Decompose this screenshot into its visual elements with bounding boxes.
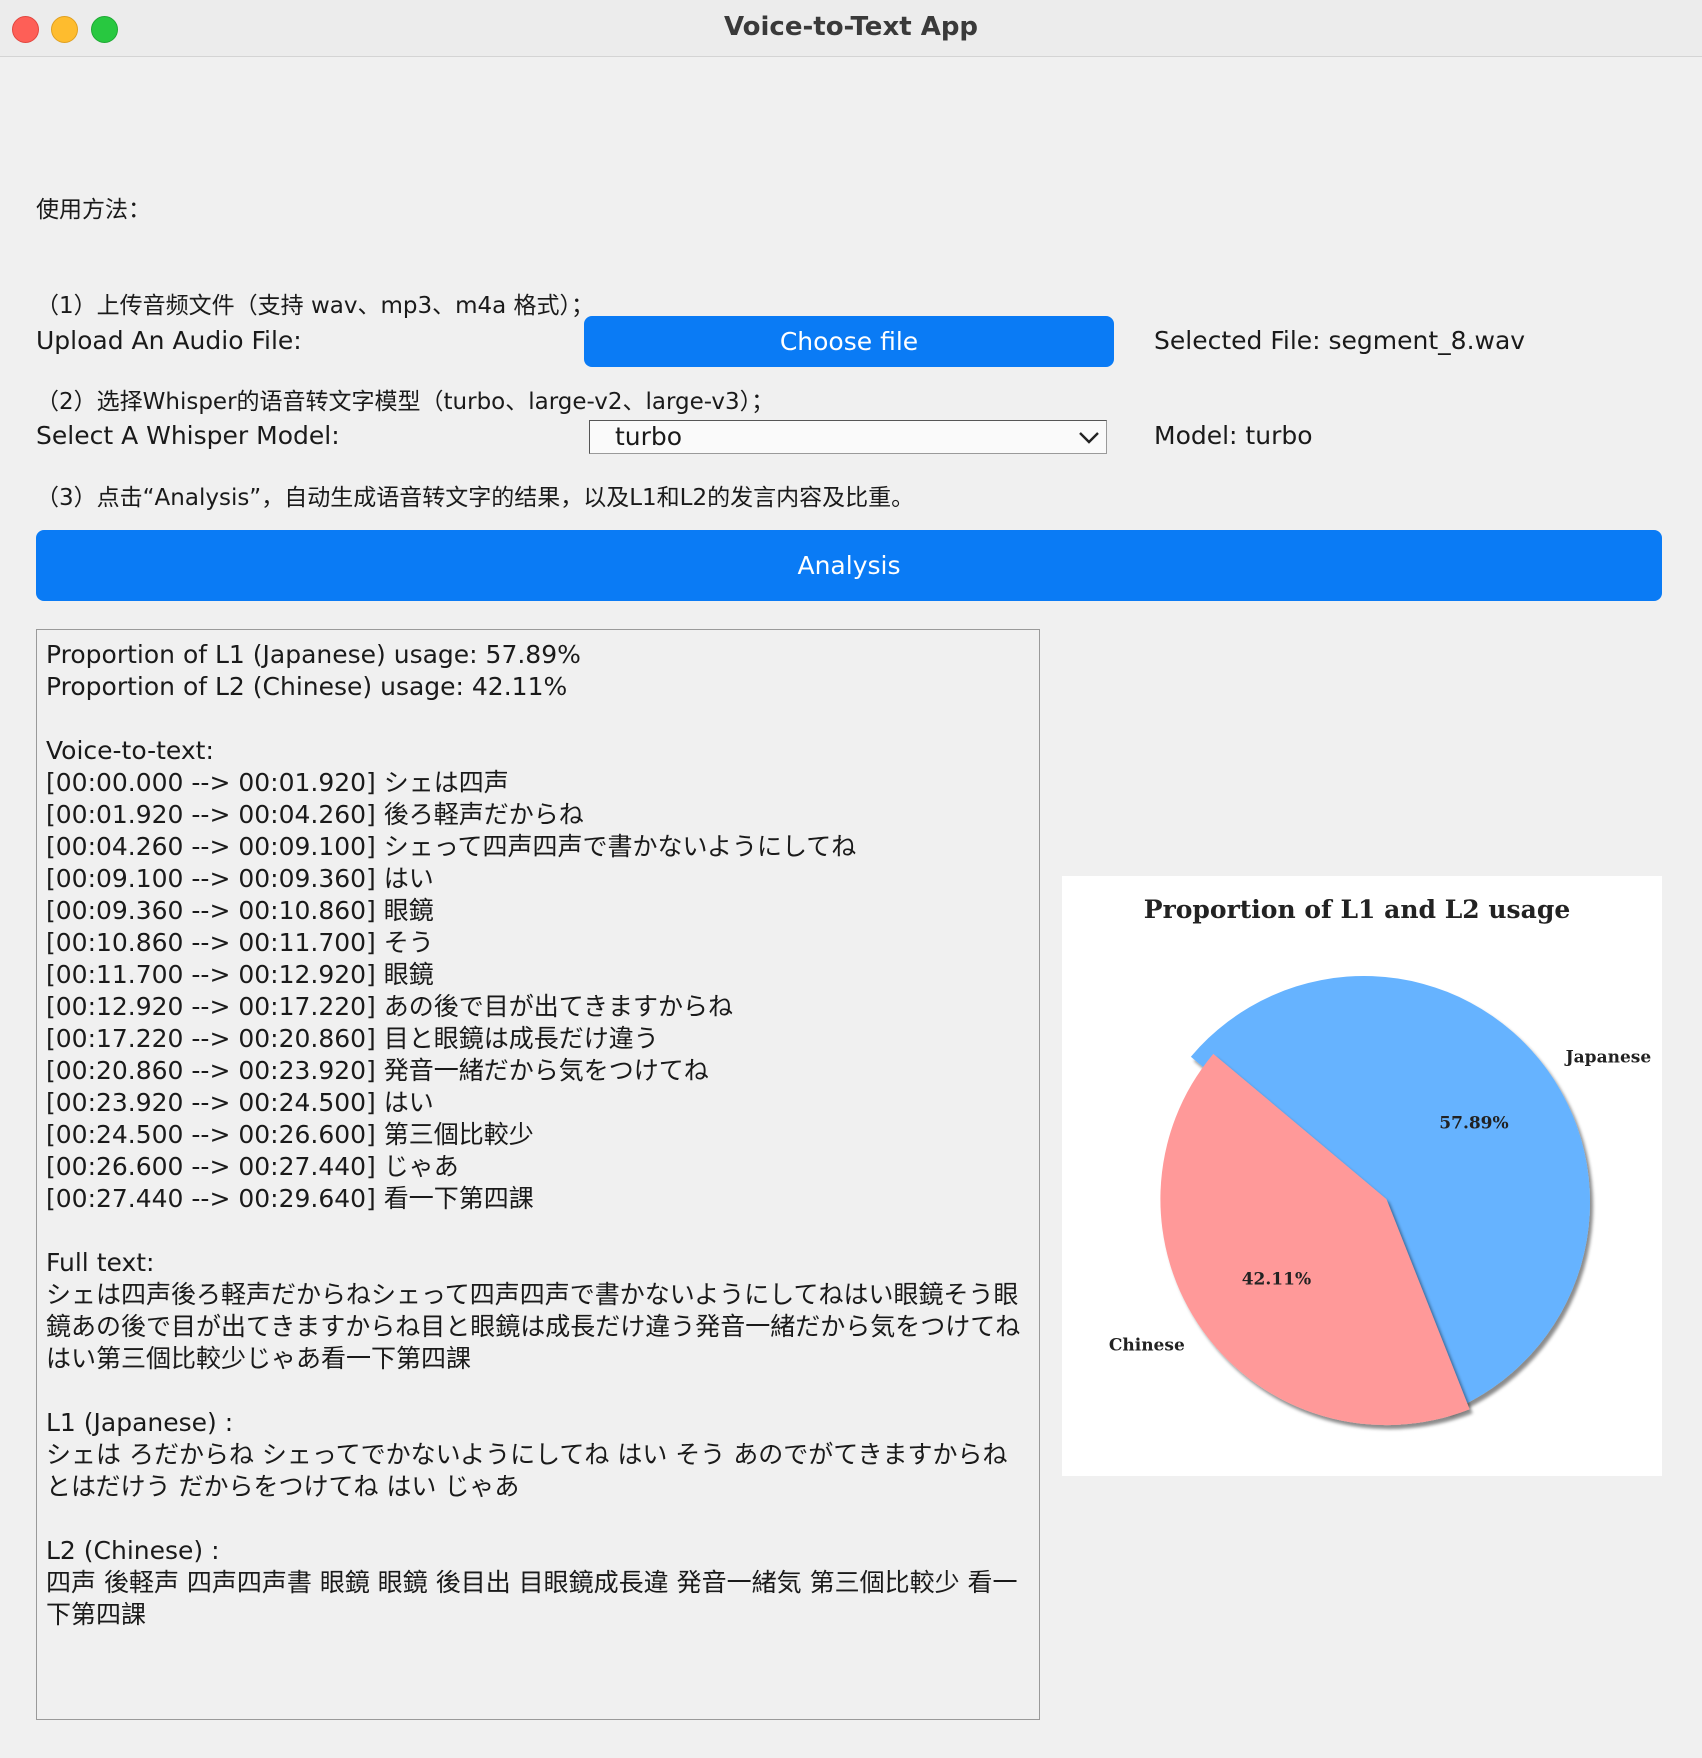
model-label: Select A Whisper Model:	[36, 421, 340, 450]
pie-value-label-japanese: 57.89%	[1439, 1114, 1508, 1134]
segment-list: [00:00.000 --> 00:01.920] シェは四声 [00:01.92…	[46, 767, 1030, 1215]
full-text: シェは四声後ろ軽声だからねシェって四声四声で書かないようにしてねはい眼鏡そう眼鏡…	[46, 1280, 1021, 1373]
pie-chart: Proportion of L1 and L2 usage 57.89% Japa…	[1062, 876, 1662, 1476]
model-select-value: turbo	[615, 422, 683, 451]
chevron-down-icon[interactable]	[1074, 423, 1104, 451]
title-bar: Voice-to-Text App	[0, 0, 1702, 57]
instruction-step: （3）点击“Analysis”，自动生成语音转文字的结果，以及L1和L2的发言内…	[36, 485, 915, 511]
model-select[interactable]: turbo	[589, 420, 1107, 454]
l1-text: シェは ろだからね シェってでかないようにしてね はい そう あのでがてきますか…	[46, 1440, 1008, 1501]
transcript-segment: [00:10.860 --> 00:11.700] そう	[46, 928, 434, 957]
pie-value-label-chinese: 42.11%	[1242, 1269, 1311, 1289]
l1-proportion-text: Proportion of L1 (Japanese) usage: 57.89…	[46, 640, 581, 669]
model-status-text: Model: turbo	[1154, 421, 1313, 450]
app-window: Voice-to-Text App 使用方法： （1）上传音频文件（支持 wav…	[0, 0, 1702, 1758]
choose-file-button[interactable]: Choose file	[584, 316, 1114, 367]
analysis-button[interactable]: Analysis	[36, 530, 1662, 601]
results-textbox[interactable]: Proportion of L1 (Japanese) usage: 57.89…	[36, 629, 1040, 1720]
l1-heading: L1 (Japanese) :	[46, 1408, 234, 1437]
transcript-segment: [00:09.360 --> 00:10.860] 眼鏡	[46, 896, 434, 925]
transcript-segment: [00:04.260 --> 00:09.100] シェって四声四声で書かないよ…	[46, 832, 857, 861]
transcript-segment: [00:23.920 --> 00:24.500] はい	[46, 1088, 434, 1117]
transcript-segment: [00:09.100 --> 00:09.360] はい	[46, 864, 434, 893]
transcript-segment: [00:26.600 --> 00:27.440] じゃあ	[46, 1152, 459, 1181]
transcript-segment: [00:11.700 --> 00:12.920] 眼鏡	[46, 960, 434, 989]
selected-file-text: Selected File: segment_8.wav	[1154, 326, 1526, 355]
vtt-heading: Voice-to-text:	[46, 736, 214, 765]
transcript-segment: [00:27.440 --> 00:29.640] 看一下第四課	[46, 1184, 534, 1213]
transcript-segment: [00:20.860 --> 00:23.920] 発音一緒だから気をつけてね	[46, 1056, 709, 1085]
pie-chart-svg: Proportion of L1 and L2 usage 57.89% Japa…	[1109, 895, 1652, 1426]
l2-text: 四声 後軽声 四声四声書 眼鏡 眼鏡 後目出 目眼鏡成長違 発音一緒気 第三個比…	[46, 1568, 1018, 1629]
transcript-segment: [00:01.920 --> 00:04.260] 後ろ軽声だからね	[46, 800, 584, 829]
l2-proportion-text: Proportion of L2 (Chinese) usage: 42.11%	[46, 672, 568, 701]
instruction-step: （2）选择Whisper的语音转文字模型（turbo、large-v2、larg…	[36, 389, 775, 415]
upload-label: Upload An Audio File:	[36, 326, 302, 355]
transcript-segment: [00:12.920 --> 00:17.220] あの後で目が出てきますからね	[46, 992, 734, 1021]
chart-title: Proportion of L1 and L2 usage	[1144, 895, 1570, 924]
transcript-segment: [00:24.500 --> 00:26.600] 第三個比較少	[46, 1120, 534, 1149]
transcript-segment: [00:00.000 --> 00:01.920] シェは四声	[46, 768, 509, 797]
full-text-heading: Full text:	[46, 1248, 155, 1277]
instructions-heading: 使用方法：	[36, 197, 151, 223]
l2-heading: L2 (Chinese) :	[46, 1536, 220, 1565]
pie-category-label-japanese: Japanese	[1564, 1048, 1652, 1068]
pie-category-label-chinese: Chinese	[1109, 1336, 1185, 1356]
transcript-segment: [00:17.220 --> 00:20.860] 目と眼鏡は成長だけ違う	[46, 1024, 659, 1053]
window-title: Voice-to-Text App	[723, 12, 979, 42]
